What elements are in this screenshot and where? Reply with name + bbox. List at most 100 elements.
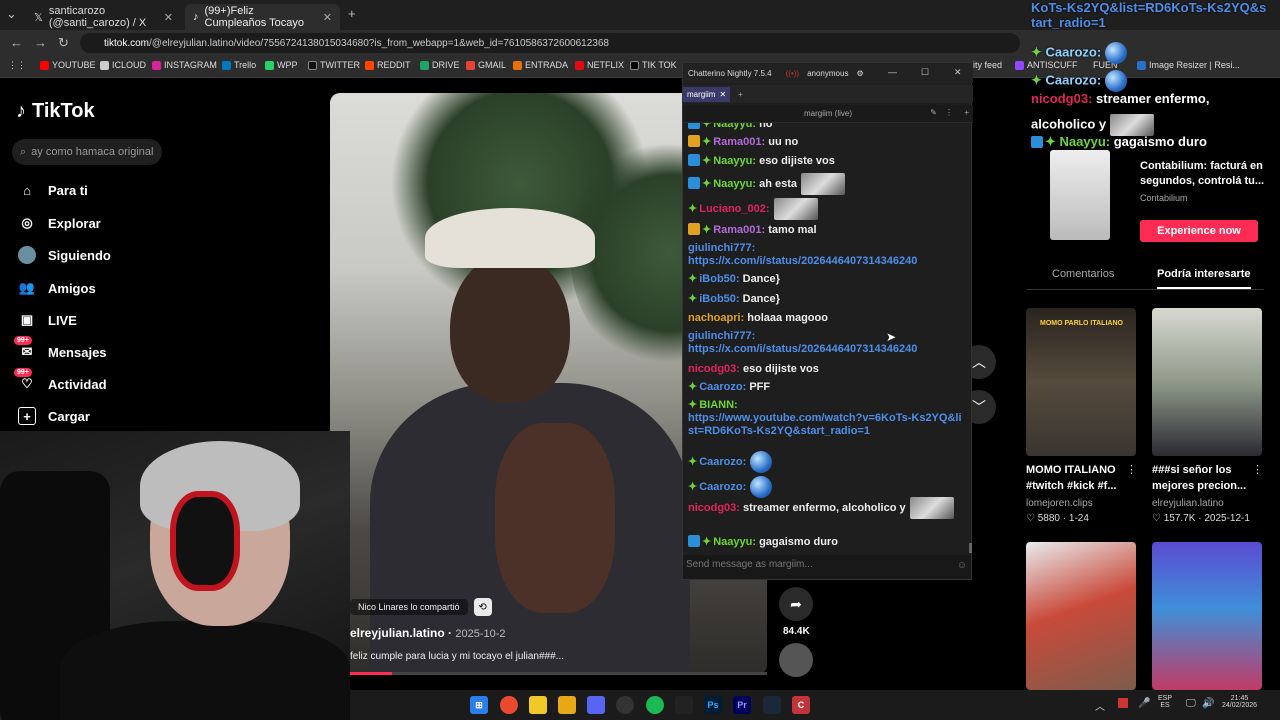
obs-icon[interactable] — [616, 696, 634, 714]
chatterino-icon[interactable]: C — [792, 696, 810, 714]
chat-username[interactable]: Caarozo: — [699, 481, 746, 493]
recommendation-title[interactable]: MOMO ITALIANO #twitch #kick #f... — [1026, 462, 1131, 494]
app-icon[interactable] — [675, 696, 693, 714]
emote-picker-icon[interactable]: ☺ — [957, 560, 967, 571]
bookmark[interactable]: NETFLIX — [575, 60, 624, 70]
settings-icon[interactable]: ⚙ — [856, 69, 863, 78]
clock[interactable]: 21:45 24/02/2026 — [1222, 695, 1257, 709]
notes-icon[interactable] — [529, 696, 547, 714]
bookmark[interactable]: ENTRADA — [513, 60, 568, 70]
nav-actividad[interactable]: ♡ 99+ Actividad — [14, 368, 107, 393]
minimize-icon[interactable]: — — [888, 67, 897, 77]
split-add-icon[interactable]: + — [964, 108, 969, 117]
ad-card[interactable]: Contabilium: facturá en segundos, contro… — [1050, 150, 1265, 245]
tray-expand-icon[interactable]: ︿ — [1095, 698, 1105, 713]
tab-margiim[interactable]: margiim ✕ — [683, 86, 731, 102]
discord-icon[interactable] — [587, 696, 605, 714]
maximize-icon[interactable]: ☐ — [921, 67, 929, 78]
url-field[interactable]: tiktok.com/@elreyjulian.latino/video/755… — [80, 33, 1020, 53]
reload-icon[interactable]: ↻ — [58, 35, 69, 51]
language-indicator[interactable]: ESP ES — [1158, 695, 1172, 709]
author-name[interactable]: elreyjulian.latino — [350, 626, 445, 640]
bookmark[interactable]: YOUTUBE — [40, 60, 96, 70]
bookmark[interactable]: WPP — [265, 60, 298, 70]
nav-mensajes[interactable]: ✉ 99+ Mensajes — [14, 336, 107, 361]
tab-podria-interesarte[interactable]: Podría interesarte — [1157, 268, 1251, 289]
close-tab-icon[interactable]: ✕ — [719, 90, 726, 99]
bookmark[interactable]: TIK TOK — [630, 60, 677, 70]
bookmark[interactable]: INSTAGRAM — [152, 60, 217, 70]
back-icon[interactable]: ← — [10, 35, 23, 50]
new-tab-icon[interactable]: + — [348, 6, 356, 21]
close-tab-icon[interactable]: ✕ — [323, 11, 332, 24]
forward-icon[interactable]: → — [34, 35, 47, 50]
bookmark[interactable]: TWITTER — [308, 60, 360, 70]
volume-icon[interactable]: 🔊 — [1202, 698, 1214, 709]
nav-live[interactable]: ▣ LIVE — [18, 311, 77, 329]
recommendation-thumb[interactable]: MOMO PARLO ITALIANO — [1026, 308, 1136, 456]
video-author[interactable]: elreyjulian.latino · 2025-10-2 — [350, 626, 506, 640]
chat-username[interactable]: Rama001: — [713, 136, 765, 148]
chat-username[interactable]: Naayyu: — [713, 536, 756, 548]
chat-link[interactable]: https://x.com/i/status/20264464073143462… — [688, 255, 917, 267]
repost-icon[interactable]: ⟲ — [473, 598, 492, 616]
chat-username[interactable]: Caarozo: — [699, 381, 746, 393]
recommendation-thumb[interactable] — [1152, 308, 1262, 456]
more-options-icon[interactable]: ⋮ — [1126, 463, 1137, 476]
sound-avatar[interactable] — [779, 643, 813, 677]
bookmark[interactable]: Image Resizer | Resi... — [1137, 60, 1240, 70]
recommendation-thumb[interactable] — [1152, 542, 1262, 690]
chat-username[interactable]: nachoapri: — [688, 312, 744, 324]
close-icon[interactable]: ✕ — [954, 67, 962, 78]
chat-username[interactable]: Luciano_002: — [699, 203, 769, 215]
recommendation-author[interactable]: elreyjulian.latino — [1152, 498, 1224, 509]
close-tab-icon[interactable]: ✕ — [164, 11, 173, 24]
premiere-icon[interactable]: Pr — [733, 696, 751, 714]
chat-username[interactable]: Naayyu: — [713, 123, 756, 130]
chat-username[interactable]: nicodg03: — [688, 502, 740, 514]
photoshop-icon[interactable]: Ps — [704, 696, 722, 714]
recommendation-title[interactable]: ###si señor los mejores precion... — [1152, 462, 1257, 494]
steam-icon[interactable] — [763, 696, 781, 714]
more-options-icon[interactable]: ⋮ — [1252, 463, 1263, 476]
chrome-icon[interactable] — [500, 696, 518, 714]
tab-comentarios[interactable]: Comentarios — [1052, 268, 1114, 280]
microphone-icon[interactable]: 🎤 — [1138, 698, 1150, 709]
nav-para-ti[interactable]: ⌂ Para ti — [18, 181, 88, 199]
tab-search-icon[interactable]: ⌄ — [6, 6, 17, 22]
browser-tab[interactable]: 𝕏 santicarozo (@santi_carozo) / X ✕ — [26, 4, 181, 30]
chat-username[interactable]: Naayyu: — [713, 155, 756, 167]
account-name[interactable]: anonymous — [807, 69, 848, 78]
add-tab-icon[interactable]: + — [738, 90, 743, 99]
nav-explorar[interactable]: ◎ Explorar — [18, 214, 100, 232]
chat-username[interactable]: giulinchi777: — [688, 330, 755, 342]
chat-username[interactable]: nicodg03: — [688, 363, 740, 375]
chat-username[interactable]: iBob50: — [699, 273, 739, 285]
chat-link[interactable]: https://x.com/i/status/20264464073143462… — [688, 343, 917, 355]
recommendation-thumb[interactable] — [1026, 542, 1136, 690]
spotify-icon[interactable] — [646, 696, 664, 714]
chat-link[interactable]: https://www.youtube.com/watch?v=6KoTs-Ks… — [688, 412, 962, 437]
nav-amigos[interactable]: 👥 Amigos — [18, 279, 96, 297]
chat-username[interactable]: BIANN: — [699, 399, 738, 411]
chat-input[interactable]: Send message as margiim... ☺ — [683, 555, 971, 579]
experience-now-button[interactable]: Experience now — [1140, 220, 1258, 242]
bookmark[interactable]: DRIVE — [420, 60, 460, 70]
nav-siguiendo[interactable]: Siguiendo — [18, 246, 111, 264]
nav-cargar[interactable]: + Cargar — [18, 407, 90, 425]
tray-app-icon[interactable] — [1118, 698, 1128, 708]
chat-username[interactable]: giulinchi777: — [688, 242, 755, 254]
bookmark[interactable]: ity feed — [973, 60, 1002, 70]
apps-icon[interactable]: ⋮⋮ — [8, 60, 26, 71]
tiktok-logo[interactable]: ♪ TikTok — [16, 100, 95, 123]
search-input[interactable]: ⌕ ay como hamaca original — [12, 139, 162, 165]
share-icon[interactable]: ➦ — [779, 587, 813, 621]
chat-username[interactable]: Naayyu: — [713, 178, 756, 190]
chat-username[interactable]: Caarozo: — [699, 456, 746, 468]
network-icon[interactable]: 🖵 — [1186, 698, 1196, 709]
edit-icon[interactable]: ✎ — [930, 108, 937, 117]
bookmark[interactable]: GMAIL — [466, 60, 506, 70]
browser-tab-active[interactable]: ♪ (99+)Feliz Cumpleaños Tocayo ✕ — [185, 4, 340, 30]
bookmark[interactable]: REDDIT — [365, 60, 411, 70]
bookmark[interactable]: ICLOUD — [100, 60, 146, 70]
